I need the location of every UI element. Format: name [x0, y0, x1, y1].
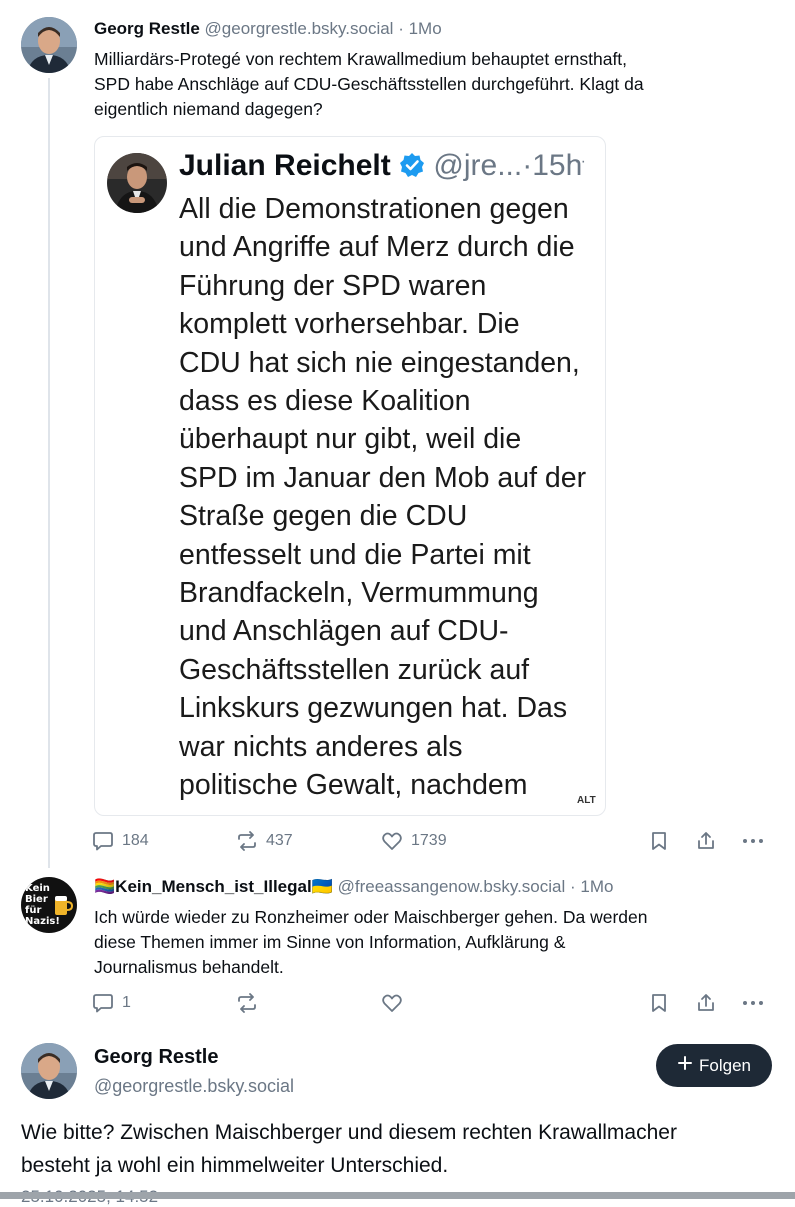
- share-button[interactable]: [695, 830, 717, 852]
- post-time[interactable]: · 1Mo: [398, 19, 441, 38]
- follow-label: Folgen: [699, 1055, 751, 1075]
- author-handle[interactable]: @georgrestle.bsky.social: [205, 19, 394, 38]
- heart-icon: [381, 992, 403, 1014]
- post-text-line: Ich würde wieder zu Ronzheimer oder Mais…: [94, 907, 648, 927]
- share-icon: [695, 830, 717, 852]
- post-time[interactable]: · 1Mo: [570, 877, 613, 896]
- bookmark-icon: [648, 992, 670, 1014]
- repost-arrows-icon: [236, 992, 258, 1014]
- author-name[interactable]: 🏳️‍🌈Kein_Mensch_ist_Illegal🇺🇦: [94, 877, 333, 896]
- avatar-kein-mensch-ist-illegal[interactable]: Kein Bier für Nazis!: [21, 877, 77, 933]
- like-button[interactable]: [381, 992, 411, 1014]
- embed-text-line: Straße gegen die CDU: [179, 500, 468, 533]
- embed-text-line: politische Gewalt, nachdem: [179, 769, 528, 802]
- embed-text-line: Führung der SPD waren: [179, 269, 487, 302]
- embed-text-line: entfesselt und die Partei mit: [179, 538, 531, 571]
- embed-text-line: dass es diese Koalition: [179, 385, 471, 418]
- embed-text: All die Demonstrationen gegen und Angrif…: [179, 190, 599, 805]
- embed-text-line: überhaupt nur gibt, weil die: [179, 423, 522, 456]
- reply-button[interactable]: 1: [92, 992, 131, 1014]
- post-text-line: diese Themen immer im Sinne von Informat…: [94, 932, 566, 952]
- reply-button[interactable]: 184: [92, 830, 149, 852]
- embed-text-line: SPD im Januar den Mob auf der: [179, 461, 587, 494]
- like-button[interactable]: 1739: [381, 830, 447, 852]
- embed-text-line: Linkskurs gezwungen hat. Das: [179, 692, 568, 725]
- share-button[interactable]: [695, 992, 717, 1014]
- verified-badge-icon: [399, 152, 425, 186]
- embed-more-icon: ···: [568, 153, 587, 170]
- post-text-line: Wie bitte? Zwischen Maischberger und die…: [21, 1121, 677, 1144]
- post-text-line: eigentlich niemand dagegen?: [94, 99, 323, 119]
- post-text: Wie bitte? Zwischen Maischberger und die…: [21, 1116, 781, 1182]
- embed-text-line: CDU hat sich nie eingestanden,: [179, 346, 580, 379]
- more-dots-icon: [741, 992, 765, 1014]
- like-count: 1739: [411, 832, 447, 849]
- plus-icon: [677, 1055, 693, 1076]
- bookmark-icon: [648, 830, 670, 852]
- author-handle[interactable]: @georgrestle.bsky.social: [94, 1076, 294, 1097]
- embed-author-name: Julian Reichelt: [179, 149, 391, 182]
- avatar-georg-restle[interactable]: [21, 1043, 77, 1099]
- embed-header: Julian Reichelt @jre...·15h: [179, 149, 582, 186]
- repost-button[interactable]: [236, 992, 266, 1014]
- alt-badge[interactable]: ALT: [577, 795, 596, 806]
- embed-text-line: und Anschlägen auf CDU-: [179, 615, 509, 648]
- bookmark-button[interactable]: [648, 830, 670, 852]
- speech-bubble-icon: [92, 992, 114, 1014]
- embed-text-line: Brandfackeln, Vermummung: [179, 577, 539, 610]
- thread-line: [48, 78, 50, 868]
- repost-count: 437: [266, 832, 293, 849]
- more-button[interactable]: [741, 830, 765, 852]
- post-text-line: Milliardärs-Protegé von rechtem Krawallm…: [94, 49, 628, 69]
- embed-text-line: Geschäftsstellen zurück auf: [179, 653, 530, 686]
- author-handle[interactable]: @freeassangenow.bsky.social: [338, 877, 566, 896]
- embed-text-line: komplett vorhersehbar. Die: [179, 308, 520, 341]
- embed-text-line: und Angriffe auf Merz durch die: [179, 231, 575, 264]
- avatar-georg-restle[interactable]: [21, 17, 77, 73]
- post-text-line: besteht ja wohl ein himmelweiter Untersc…: [21, 1154, 449, 1177]
- post-header: 🏳️‍🌈Kein_Mensch_ist_Illegal🇺🇦 @freeassan…: [94, 877, 613, 897]
- repost-button[interactable]: 437: [236, 830, 293, 852]
- share-icon: [695, 992, 717, 1014]
- embedded-image[interactable]: Julian Reichelt @jre...·15h ··· All die …: [94, 136, 606, 816]
- follow-button[interactable]: Folgen: [656, 1044, 772, 1087]
- repost-arrows-icon: [236, 830, 258, 852]
- heart-icon: [381, 830, 403, 852]
- more-button[interactable]: [741, 992, 765, 1014]
- author-name[interactable]: Georg Restle: [94, 19, 200, 38]
- post-text-line: Journalismus behandelt.: [94, 957, 284, 977]
- reply-count: 1: [122, 994, 131, 1011]
- post-header: Georg Restle @georgrestle.bsky.social · …: [94, 19, 442, 39]
- embed-author-handle: @jre...: [433, 149, 523, 182]
- post-text: Milliardärs-Protegé von rechtem Krawallm…: [94, 47, 784, 122]
- post-text: Ich würde wieder zu Ronzheimer oder Mais…: [94, 905, 784, 980]
- bookmark-button[interactable]: [648, 992, 670, 1014]
- embed-text-line: All die Demonstrationen gegen: [179, 193, 569, 225]
- embed-text-line: war nichts anderes als: [179, 730, 463, 763]
- speech-bubble-icon: [92, 830, 114, 852]
- avatar-julian-reichelt: [107, 153, 167, 213]
- author-name[interactable]: Georg Restle: [94, 1046, 218, 1069]
- more-dots-icon: [741, 830, 765, 852]
- bottom-edge: [0, 1192, 795, 1199]
- post-text-line: SPD habe Anschläge auf CDU-Geschäftsstel…: [94, 74, 644, 94]
- reply-count: 184: [122, 832, 149, 849]
- avatar-text: Nazis!: [25, 916, 60, 927]
